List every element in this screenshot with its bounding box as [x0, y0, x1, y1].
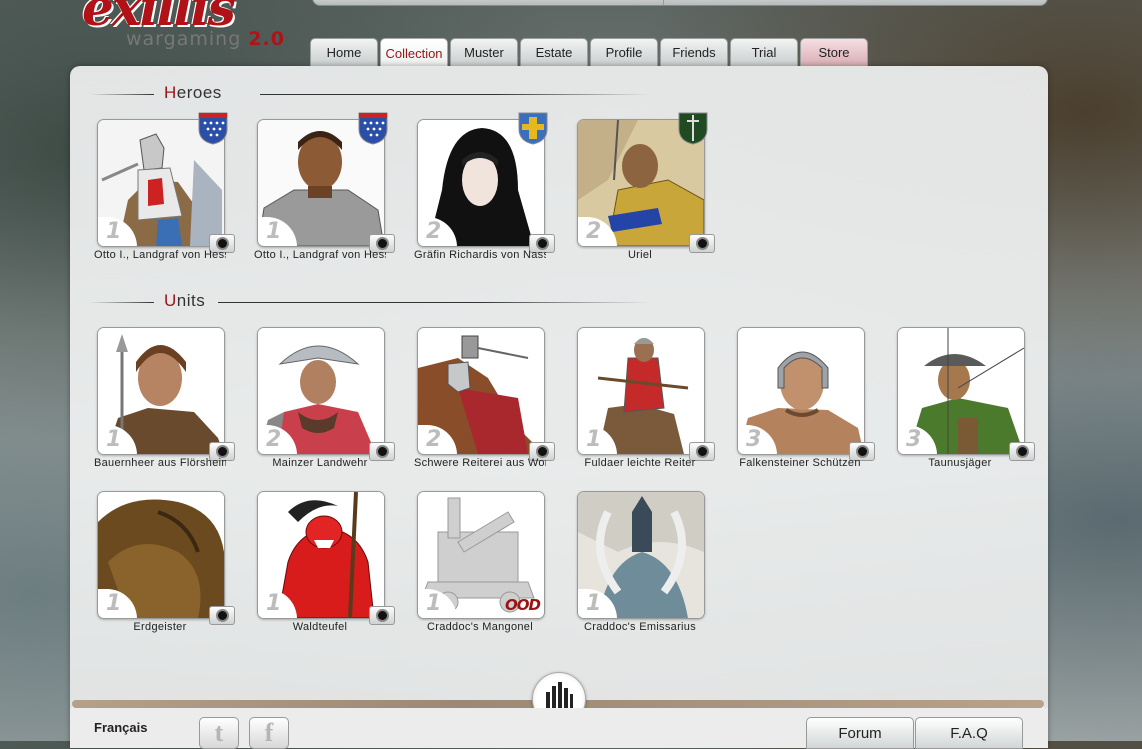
card-name: Waldteufel [292, 621, 348, 633]
unit-card[interactable]: 1 OOD Craddoc's Mangonel [417, 491, 547, 641]
unit-card[interactable]: 1 Erdgeister [97, 491, 235, 641]
tab-collection[interactable]: Collection [380, 38, 448, 67]
card-name: Craddoc's Emissarius [583, 621, 697, 633]
hero-card[interactable]: 2 Uriel [577, 112, 715, 269]
hero-card[interactable]: 2 Gräfin Richardis von Nassau [414, 112, 555, 269]
tab-trial[interactable]: Trial [730, 38, 798, 66]
exillis-logo[interactable]: exillis wargaming 2.0 [80, 0, 290, 56]
tab-estate[interactable]: Estate [520, 38, 588, 66]
unit-card[interactable]: 1 Fuldaer leichte Reiter [577, 327, 715, 477]
hero-card[interactable]: 1 Otto I., Landgraf von Hessen [94, 112, 235, 269]
card-name: Falkensteiner Schützen [739, 457, 861, 469]
blue-red-cross-crest-icon [358, 112, 388, 145]
tab-friends[interactable]: Friends [660, 38, 728, 66]
card-name: Otto I., Landgraf von Hessen [94, 249, 226, 261]
top-search-bar [312, 0, 1048, 6]
unit-card[interactable]: 2 Mainzer Landwehr [257, 327, 395, 477]
tab-profile[interactable]: Profile [590, 38, 658, 66]
card-name: Erdgeister [133, 621, 187, 633]
ood-badge: OOD [505, 596, 541, 614]
hero-card[interactable]: 1 Otto I., Landgraf von Hessen [254, 112, 395, 269]
tab-muster[interactable]: Muster [450, 38, 518, 66]
card-name: Uriel [627, 249, 653, 261]
unit-card[interactable]: 3 Falkensteiner Schützen [737, 327, 875, 477]
forum-button[interactable]: Forum [806, 717, 914, 749]
footer: Français t f Forum F.A.Q [70, 708, 1048, 749]
blue-gold-cross-crest-icon [518, 112, 548, 145]
card-name: Craddoc's Mangonel [427, 621, 533, 633]
units-heading: Units [164, 291, 206, 310]
card-name: Bauernheer aus Flörsheim [94, 457, 226, 469]
main-nav-tabs: Home Collection Muster Estate Profile Fr… [310, 38, 868, 67]
card-name: Schwere Reiterei aus Worms [414, 457, 546, 469]
unit-card[interactable]: 3 Taunusjäger [897, 327, 1035, 477]
facebook-icon[interactable]: f [249, 717, 289, 749]
unit-card[interactable]: 1 Waldteufel [257, 491, 395, 641]
tab-home[interactable]: Home [310, 38, 378, 66]
heroes-heading: Heroes [164, 83, 222, 102]
blue-red-cross-crest-icon [198, 112, 228, 145]
card-name: Taunusjäger [928, 457, 992, 469]
logo-subtitle: wargaming 2.0 [126, 28, 285, 50]
card-name: Fuldaer leichte Reiter [584, 457, 696, 469]
heroes-section-title: Heroes [90, 83, 650, 103]
language-selector[interactable]: Français [94, 720, 147, 735]
card-name: Mainzer Landwehr [272, 457, 368, 469]
card-name: Otto I., Landgraf von Hessen [254, 249, 386, 261]
unit-card[interactable]: 1 Craddoc's Emissarius [577, 491, 707, 641]
unit-card[interactable]: 2 Schwere Reiterei aus Worms [414, 327, 555, 477]
tab-store[interactable]: Store [800, 38, 868, 66]
card-name: Gräfin Richardis von Nassau [414, 249, 546, 261]
faq-button[interactable]: F.A.Q [915, 717, 1023, 749]
unit-card[interactable]: 1 Bauernheer aus Flörsheim [94, 327, 235, 477]
twitter-icon[interactable]: t [199, 717, 239, 749]
units-section-title: Units [90, 291, 650, 311]
green-sword-crest-icon [678, 112, 708, 145]
